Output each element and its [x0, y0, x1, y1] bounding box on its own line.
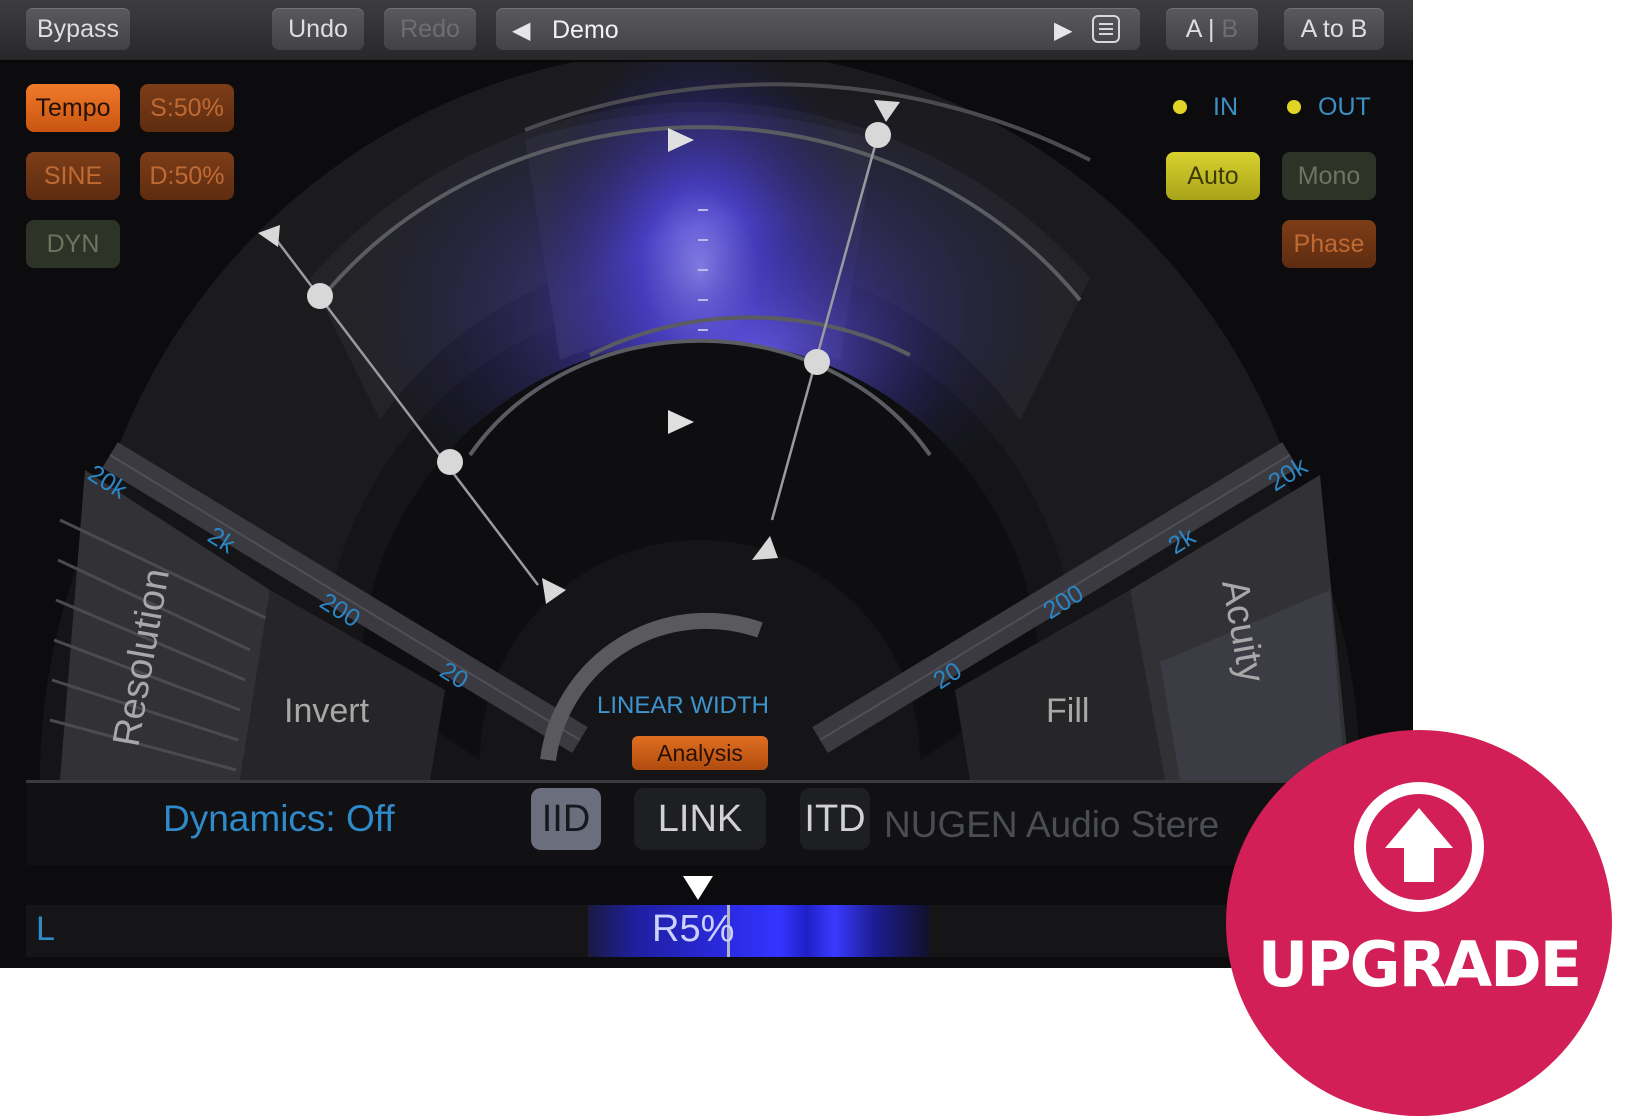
stereo-field-display[interactable]: 20k 2k 200 20 20k 2k 200 20 Resolution A… [0, 62, 1413, 780]
redo-button[interactable]: Redo [384, 8, 476, 50]
link-button[interactable]: LINK [634, 788, 766, 850]
itd-button[interactable]: ITD [800, 788, 870, 850]
brand-label: NUGEN Audio Stere [884, 804, 1220, 845]
balance-marker-icon[interactable] [683, 876, 713, 900]
meter-left-label: L [36, 910, 55, 948]
a-to-b-button[interactable]: A to B [1284, 8, 1384, 50]
right-bottom-handle-icon[interactable] [804, 349, 830, 375]
invert-label[interactable]: Invert [284, 692, 369, 731]
bypass-button[interactable]: Bypass [26, 8, 130, 50]
preset-next-icon[interactable]: ▶ [1054, 16, 1072, 45]
top-toolbar: Bypass Undo Redo ◀ Demo ▶ A | B A to B [0, 0, 1413, 63]
frequency-fan [40, 62, 1360, 780]
left-top-handle-icon[interactable] [307, 283, 333, 309]
linear-width-label: LINEAR WIDTH [597, 692, 770, 719]
preset-selector[interactable]: ◀ Demo ▶ [496, 8, 1140, 50]
ab-label-a: A | [1185, 14, 1215, 43]
upgrade-badge[interactable]: UPGRADE [1226, 730, 1612, 1116]
balance-meter-fill [588, 905, 930, 957]
meter-position-readout: R5% [652, 908, 735, 950]
upgrade-label: UPGRADE [1257, 928, 1582, 1001]
ab-compare-button[interactable]: A | B [1166, 8, 1258, 50]
analysis-button[interactable]: Analysis [632, 736, 768, 770]
fill-label[interactable]: Fill [1046, 692, 1089, 731]
plugin-window: Bypass Undo Redo ◀ Demo ▶ A | B A to B T… [0, 0, 1413, 968]
upgrade-arrow-icon [1354, 782, 1484, 912]
left-bottom-handle-icon[interactable] [437, 449, 463, 475]
preset-name: Demo [552, 16, 619, 44]
right-top-handle-icon[interactable] [865, 122, 891, 148]
iid-button[interactable]: IID [531, 788, 601, 850]
undo-button[interactable]: Undo [272, 8, 364, 50]
preset-prev-icon[interactable]: ◀ [512, 16, 530, 45]
dynamics-status[interactable]: Dynamics: Off [163, 798, 395, 840]
preset-menu-icon[interactable] [1092, 15, 1120, 43]
ab-label-b: B [1221, 14, 1239, 43]
